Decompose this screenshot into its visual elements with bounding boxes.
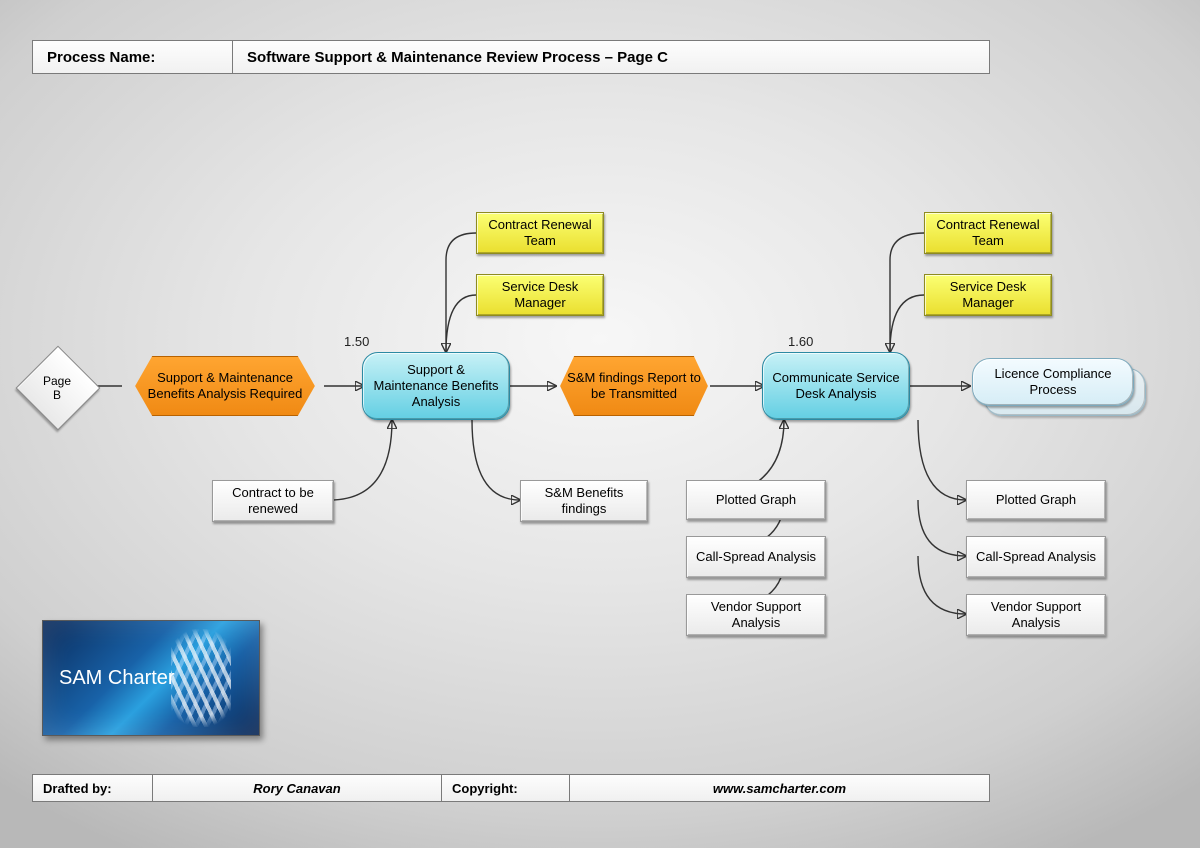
process-name-value: Software Support & Maintenance Review Pr… xyxy=(232,40,990,74)
process-name-label: Process Name: xyxy=(32,40,232,74)
output-sm-benefits: S&M Benefits findings xyxy=(520,480,648,522)
input-call-spread: Call-Spread Analysis xyxy=(686,536,826,578)
input-vendor-support: Vendor Support Analysis xyxy=(686,594,826,636)
page-ref-label: Page B xyxy=(27,374,87,402)
drafted-by-value: Rory Canavan xyxy=(152,774,442,802)
input-contract-renewed: Contract to be renewed xyxy=(212,480,334,522)
input-plotted-graph: Plotted Graph xyxy=(686,480,826,520)
actor-service-desk-manager-2: Service Desk Manager xyxy=(924,274,1052,316)
output-vendor-support: Vendor Support Analysis xyxy=(966,594,1106,636)
copyright-value: www.samcharter.com xyxy=(570,774,990,802)
step-id-160: 1.60 xyxy=(788,334,813,349)
process-step-150: Support & Maintenance Benefits Analysis xyxy=(362,352,510,420)
footer-row: Drafted by: Rory Canavan Copyright: www.… xyxy=(32,774,990,802)
helix-icon xyxy=(171,629,231,727)
event-findings-transmitted: S&M findings Report to be Transmitted xyxy=(546,356,722,416)
actor-contract-renewal-team-1: Contract Renewal Team xyxy=(476,212,604,254)
actor-service-desk-manager-1: Service Desk Manager xyxy=(476,274,604,316)
step-id-150: 1.50 xyxy=(344,334,369,349)
output-plotted-graph: Plotted Graph xyxy=(966,480,1106,520)
copyright-label: Copyright: xyxy=(442,774,570,802)
event-support-analysis-required: Support & Maintenance Benefits Analysis … xyxy=(118,356,332,416)
title-row: Process Name: Software Support & Mainten… xyxy=(32,40,990,74)
drafted-by-label: Drafted by: xyxy=(32,774,152,802)
logo-text: SAM Charter xyxy=(59,667,175,690)
output-call-spread: Call-Spread Analysis xyxy=(966,536,1106,578)
end-node: Licence Compliance Process xyxy=(972,358,1134,406)
process-step-160: Communicate Service Desk Analysis xyxy=(762,352,910,420)
actor-contract-renewal-team-2: Contract Renewal Team xyxy=(924,212,1052,254)
sam-charter-logo: SAM Charter xyxy=(42,620,260,736)
